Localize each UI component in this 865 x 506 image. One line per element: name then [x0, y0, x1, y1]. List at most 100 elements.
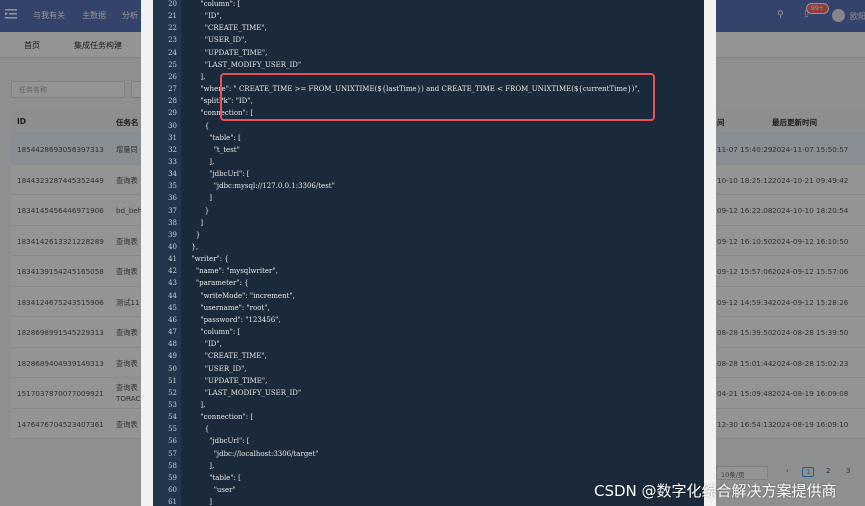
watermark: CSDN @数字化综合解决方案提供商	[594, 482, 837, 500]
code-line: 51 "UPDATE_TIME",	[153, 375, 704, 387]
code-line: 46 "password": "123456",	[153, 314, 704, 326]
code-line: 22 "CREATE_TIME",	[153, 22, 704, 34]
code-text: "name": "mysqlwriter",	[187, 267, 278, 276]
code-text: "parameter": {	[187, 279, 249, 288]
code-text: "USER_ID",	[187, 36, 247, 45]
code-text: "CREATE_TIME",	[187, 24, 267, 33]
line-number: 61	[168, 498, 177, 506]
code-line: 45 "username": "root",	[153, 302, 704, 314]
code-text: },	[187, 243, 199, 251]
line-number: 47	[168, 328, 177, 337]
code-text: "connection": [	[187, 413, 254, 422]
line-number: 23	[168, 36, 177, 45]
code-line: 38 ]	[153, 217, 704, 229]
code-line: 48 "ID",	[153, 338, 704, 350]
line-number: 58	[168, 461, 177, 470]
line-number: 54	[168, 413, 177, 422]
line-number: 26	[168, 72, 177, 81]
line-number: 44	[168, 291, 177, 300]
code-text: "ID",	[187, 12, 222, 21]
line-number: 28	[168, 97, 177, 106]
code-line: 36 ]	[153, 192, 704, 204]
line-number: 53	[168, 400, 177, 409]
code-line: 21 "ID",	[153, 10, 704, 22]
line-number: 27	[168, 85, 177, 94]
code-line: 20 "column": [	[153, 0, 704, 10]
code-line: 52 "LAST_MODIFY_USER_ID"	[153, 387, 704, 399]
line-number: 60	[168, 486, 177, 494]
line-number: 24	[168, 48, 177, 57]
line-number: 43	[168, 279, 177, 288]
line-number: 33	[168, 157, 177, 166]
code-text: "table": [	[187, 133, 241, 142]
line-number: 32	[168, 145, 177, 154]
line-number: 39	[168, 230, 177, 239]
code-line: 53 ],	[153, 399, 704, 411]
code-text: ]	[187, 498, 212, 506]
code-text: {	[187, 121, 210, 130]
highlight-box	[220, 73, 655, 121]
line-number: 52	[168, 388, 177, 397]
code-text: "writeMode": "increment",	[187, 291, 295, 300]
code-line: 33 ],	[153, 156, 704, 168]
code-text: ],	[187, 157, 215, 166]
code-line: 39 }	[153, 229, 704, 241]
line-number: 29	[168, 109, 177, 118]
code-line: 25 "LAST_MODIFY_USER_ID"	[153, 59, 704, 71]
code-text: "USER_ID",	[187, 364, 247, 373]
line-number: 30	[168, 121, 177, 130]
code-line: 55 {	[153, 423, 704, 435]
code-line: 30 {	[153, 120, 704, 132]
code-line: 47 "column": [	[153, 326, 704, 338]
line-number: 41	[168, 255, 177, 264]
line-number: 42	[168, 267, 177, 276]
code-text: "password": "123456",	[187, 315, 281, 324]
code-text: "jdbc:mysql://127.0.0.1:3306/test"	[187, 182, 335, 191]
line-number: 57	[168, 449, 177, 458]
line-number: 38	[168, 218, 177, 227]
code-text: "table": [	[187, 473, 241, 482]
line-number: 46	[168, 315, 177, 324]
code-line: 56 "jdbcUrl": [	[153, 435, 704, 447]
code-line: 57 "jdbc://localhost:3306/target"	[153, 448, 704, 460]
code-text: "ID",	[187, 340, 222, 349]
line-number: 51	[168, 376, 177, 385]
line-number: 22	[168, 24, 177, 33]
code-text: "CREATE_TIME",	[187, 352, 267, 361]
code-text: ],	[187, 461, 215, 470]
code-line: 54 "connection": [	[153, 411, 704, 423]
code-text: "column": [	[187, 328, 241, 337]
code-line: 23 "USER_ID",	[153, 34, 704, 46]
line-number: 37	[168, 206, 177, 215]
code-text: "LAST_MODIFY_USER_ID"	[187, 388, 302, 397]
code-line: 32 "t_test"	[153, 144, 704, 156]
code-text: "UPDATE_TIME",	[187, 376, 268, 385]
code-line: 50 "USER_ID",	[153, 363, 704, 375]
code-line: 31 "table": [	[153, 132, 704, 144]
line-number: 25	[168, 60, 177, 69]
code-line: 44 "writeMode": "increment",	[153, 290, 704, 302]
code-line: 41 "writer": {	[153, 253, 704, 265]
code-text: "column": [	[187, 0, 241, 8]
line-number: 34	[168, 170, 177, 179]
line-number: 36	[168, 194, 177, 203]
line-number: 55	[168, 425, 177, 434]
line-number: 50	[168, 364, 177, 373]
code-line: 37 }	[153, 205, 704, 217]
line-number: 45	[168, 303, 177, 312]
code-text: "t_test"	[187, 145, 240, 154]
code-text: }	[187, 206, 210, 215]
code-text: "username": "root",	[187, 303, 270, 312]
code-line: 49 "CREATE_TIME",	[153, 350, 704, 362]
code-text: "LAST_MODIFY_USER_ID"	[187, 60, 302, 69]
code-text: {	[187, 425, 210, 434]
code-line: 24 "UPDATE_TIME",	[153, 47, 704, 59]
line-number: 49	[168, 352, 177, 361]
code-line: 58 ],	[153, 460, 704, 472]
line-number: 31	[168, 133, 177, 142]
line-number: 35	[168, 182, 177, 191]
line-number: 48	[168, 340, 177, 349]
code-text: "jdbcUrl": [	[187, 437, 250, 446]
code-text: ],	[187, 72, 206, 81]
code-text: ]	[187, 194, 212, 203]
